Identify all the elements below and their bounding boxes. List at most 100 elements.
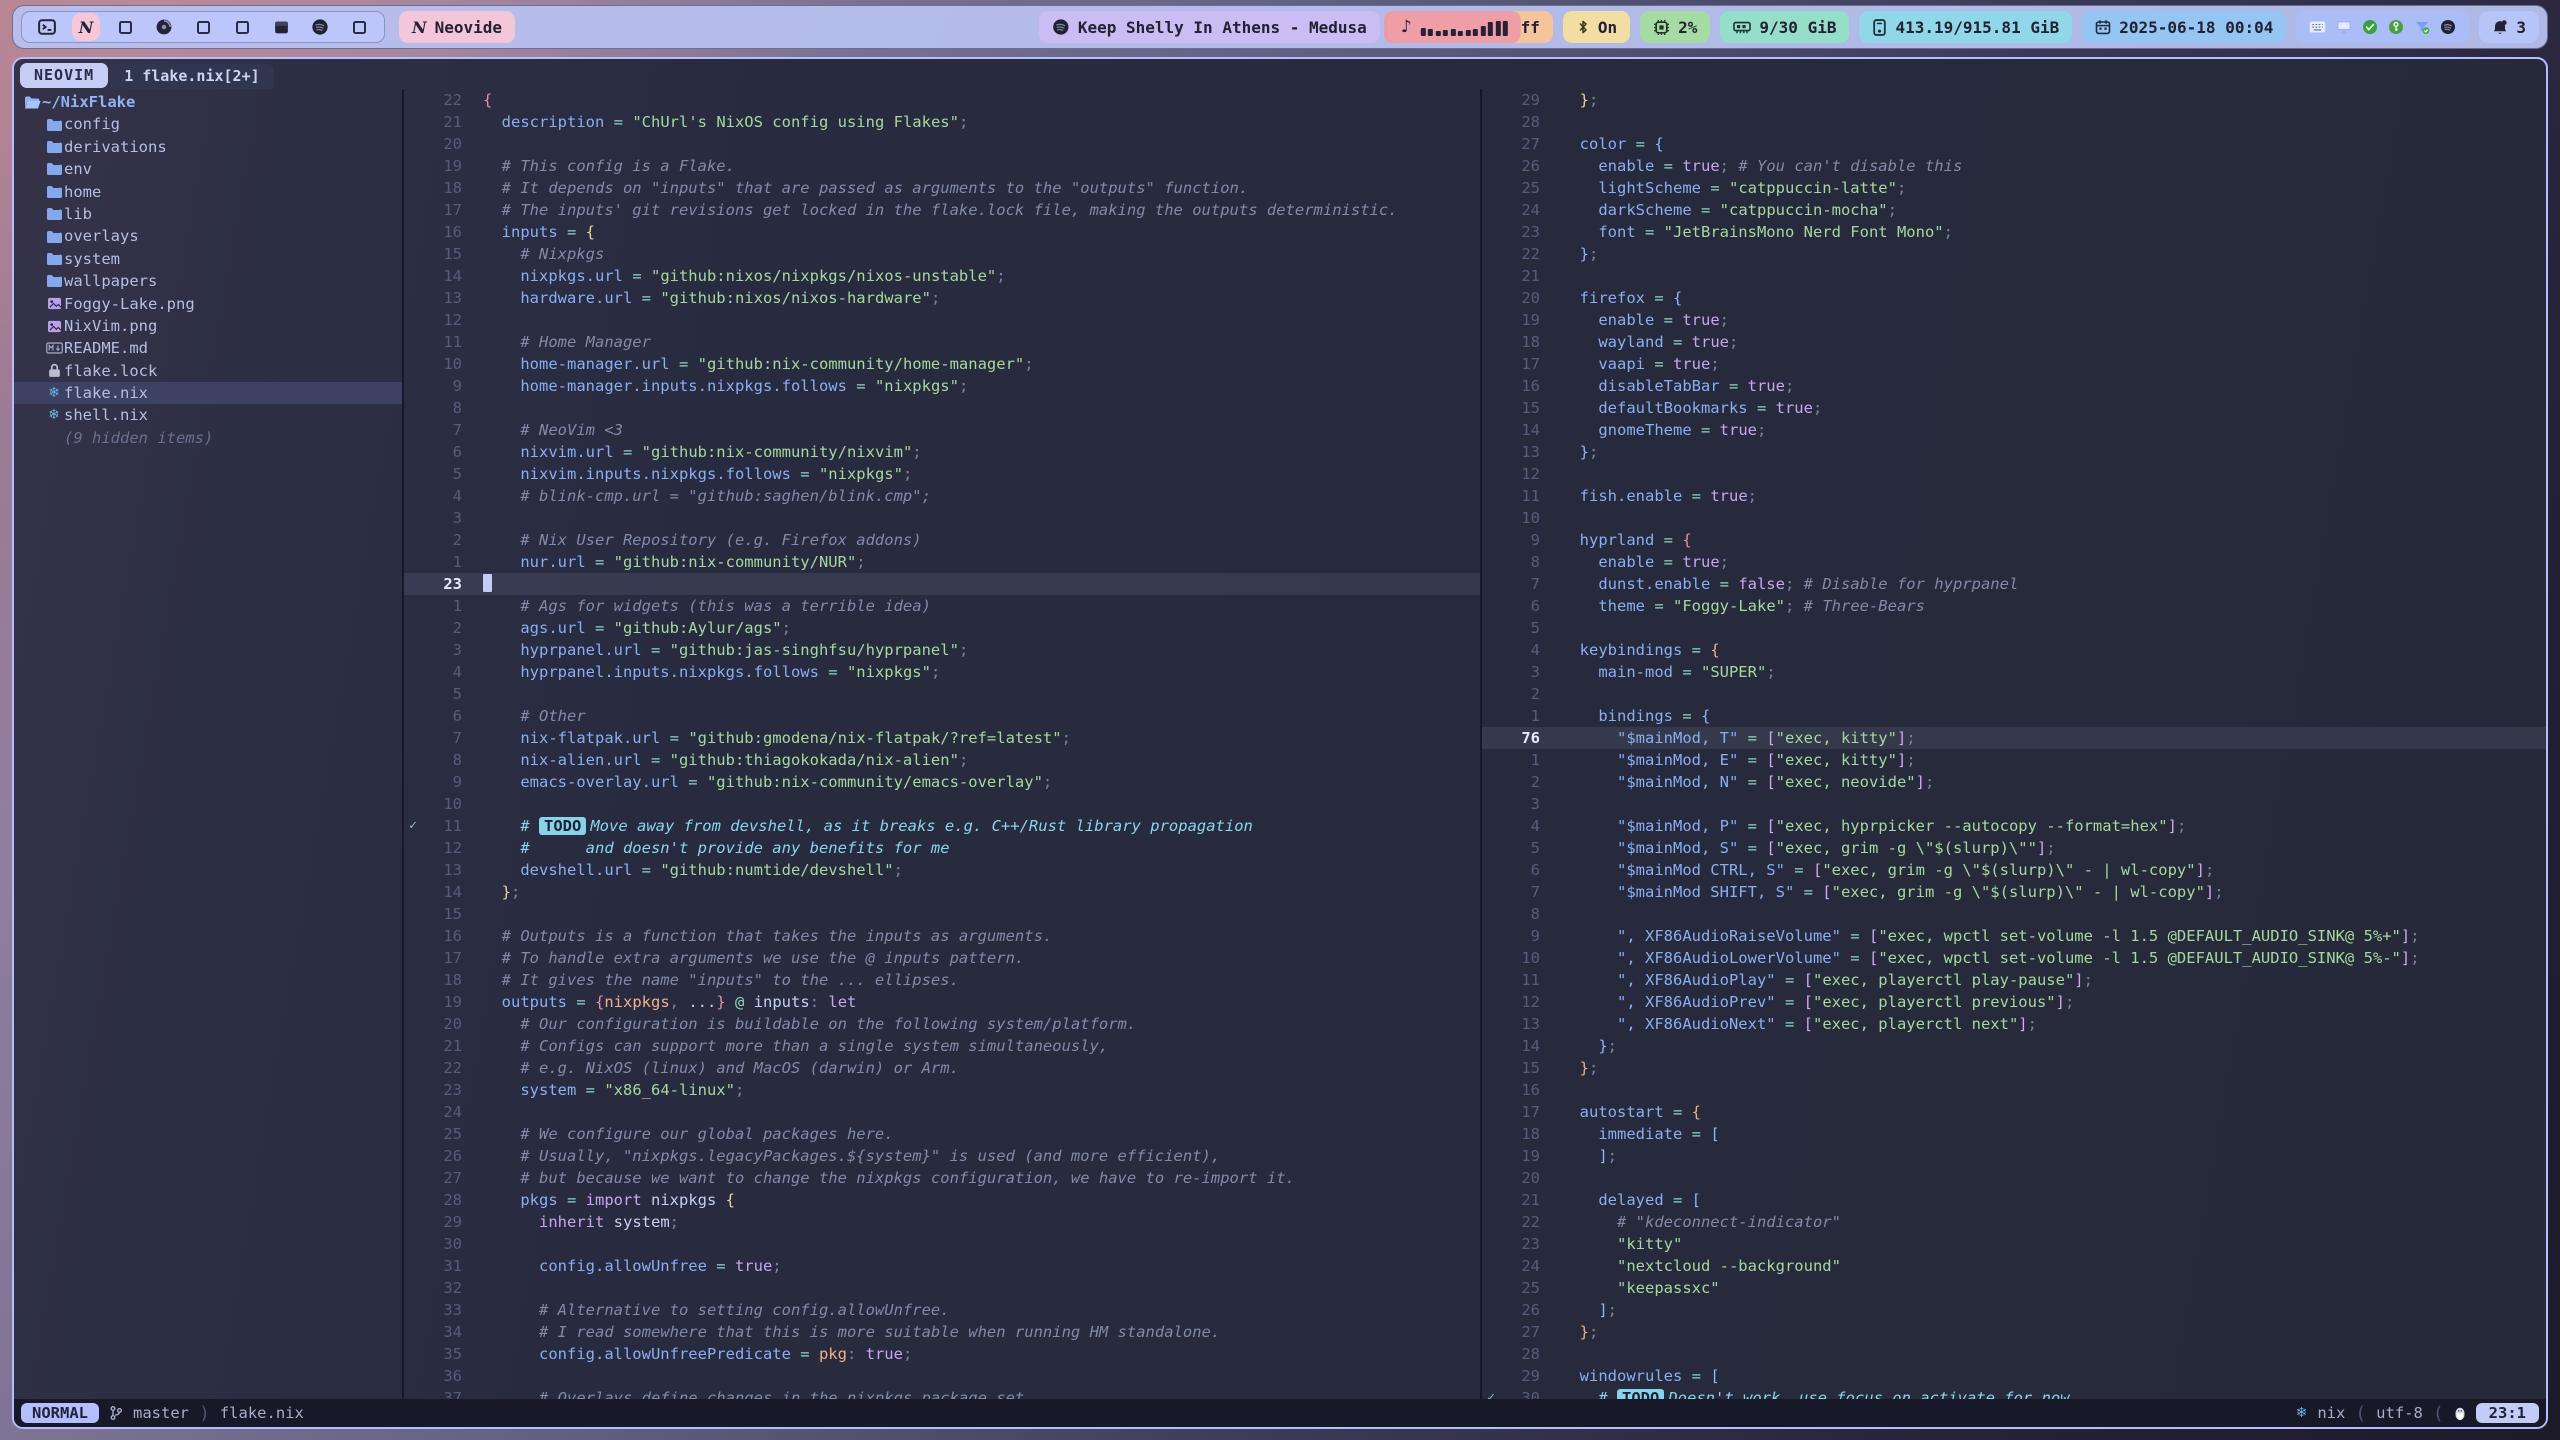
workspace-terminal-icon[interactable] (36, 16, 58, 38)
code-line[interactable]: 15 defaultBookmarks = true; (1482, 397, 2546, 419)
code-line[interactable]: 5 (404, 683, 1480, 705)
code-line[interactable]: 1 "$mainMod, E" = ["exec, kitty"]; (1482, 749, 2546, 771)
code-line[interactable]: 14 gnomeTheme = true; (1482, 419, 2546, 441)
status-pill-disk[interactable]: 413.19/915.81 GiB (1859, 11, 2072, 43)
check-icon[interactable] (2361, 19, 2378, 36)
tree-item-nixvim-png[interactable]: NixVim.png (14, 315, 402, 337)
code-line[interactable]: 7 # NeoVim <3 (404, 419, 1480, 441)
code-line[interactable]: 9 hyprland = { (1482, 529, 2546, 551)
code-line[interactable]: 11 fish.enable = true; (1482, 485, 2546, 507)
code-line[interactable]: 16 # Outputs is a function that takes th… (404, 925, 1480, 947)
editor-pane-left[interactable]: 22{21 description = "ChUrl's NixOS confi… (404, 89, 1480, 1399)
code-line[interactable]: 18 immediate = [ (1482, 1123, 2546, 1145)
code-line[interactable]: 16 inputs = { (404, 221, 1480, 243)
code-line[interactable]: 3 (404, 507, 1480, 529)
code-line[interactable]: 8 enable = true; (1482, 551, 2546, 573)
workspace-empty-workspace[interactable] (114, 16, 136, 38)
display-icon[interactable] (2335, 19, 2352, 36)
status-pill-clock[interactable]: 2025-06-18 00:04 (2082, 11, 2286, 43)
code-line[interactable]: 17 autostart = { (1482, 1101, 2546, 1123)
code-line[interactable]: 3 hyprpanel.url = "github:jas-singhfsu/h… (404, 639, 1480, 661)
tree-item-flake-lock[interactable]: flake.lock (14, 360, 402, 382)
code-line[interactable]: 10 (1482, 507, 2546, 529)
code-line[interactable]: 5 (1482, 617, 2546, 639)
tree-item-flake-nix[interactable]: ❄flake.nix (14, 382, 402, 404)
code-line[interactable]: 6 "$mainMod CTRL, S" = ["exec, grim -g \… (1482, 859, 2546, 881)
code-line[interactable]: 20 (404, 133, 1480, 155)
tree-item-wallpapers[interactable]: wallpapers (14, 270, 402, 292)
tree-item--9-hidden-items-[interactable]: (9 hidden items) (14, 427, 402, 449)
code-line[interactable]: 6 # Other (404, 705, 1480, 727)
code-line[interactable]: 23 font = "JetBrainsMono Nerd Font Mono"… (1482, 221, 2546, 243)
code-line[interactable]: 21 (1482, 265, 2546, 287)
code-line[interactable]: 18 # It gives the name "inputs" to the .… (404, 969, 1480, 991)
tab-buffer-flake-nix[interactable]: 1 flake.nix[2+] (110, 64, 273, 89)
code-line[interactable]: 22 # e.g. NixOS (linux) and MacOS (darwi… (404, 1057, 1480, 1079)
code-line[interactable]: 23 (404, 573, 1480, 595)
code-line[interactable]: 7 "$mainMod SHIFT, S" = ["exec, grim -g … (1482, 881, 2546, 903)
code-line[interactable]: 29 inherit system; (404, 1211, 1480, 1233)
tree-item-lib[interactable]: lib (14, 203, 402, 225)
code-line[interactable]: 7 nix-flatpak.url = "github:gmodena/nix-… (404, 727, 1480, 749)
code-line[interactable]: 27 # but because we want to change the n… (404, 1167, 1480, 1189)
code-line[interactable]: 26 enable = true; # You can't disable th… (1482, 155, 2546, 177)
code-line[interactable]: 28 pkgs = import nixpkgs { (404, 1189, 1480, 1211)
code-line[interactable]: 16 disableTabBar = true; (1482, 375, 2546, 397)
code-line[interactable]: 8 nix-alien.url = "github:thiagokokada/n… (404, 749, 1480, 771)
code-line[interactable]: 14 nixpkgs.url = "github:nixos/nixpkgs/n… (404, 265, 1480, 287)
code-line[interactable]: 24 darkScheme = "catppuccin-mocha"; (1482, 199, 2546, 221)
workspace-empty-workspace[interactable] (348, 16, 370, 38)
keepassxc-icon[interactable] (2387, 19, 2404, 36)
status-pill-cpu[interactable]: 2% (1640, 11, 1710, 43)
tree-item-env[interactable]: env (14, 158, 402, 180)
code-line[interactable]: 6 nixvim.url = "github:nix-community/nix… (404, 441, 1480, 463)
code-line[interactable]: 12 (404, 309, 1480, 331)
code-line[interactable]: 3 main-mod = "SUPER"; (1482, 661, 2546, 683)
code-line[interactable]: ✓30 # TODODoesn't work, use focus_on_act… (1482, 1387, 2546, 1399)
code-line[interactable]: 19 enable = true; (1482, 309, 2546, 331)
status-pill-bluetooth[interactable]: On (1563, 11, 1630, 43)
code-line[interactable]: 5 nixvim.inputs.nixpkgs.follows = "nixpk… (404, 463, 1480, 485)
code-line[interactable]: 9 ", XF86AudioRaiseVolume" = ["exec, wpc… (1482, 925, 2546, 947)
spotify-tray-icon[interactable] (2439, 19, 2456, 36)
code-line[interactable]: 10 (404, 793, 1480, 815)
tree-item-foggy-lake-png[interactable]: Foggy-Lake.png (14, 293, 402, 315)
code-line[interactable]: 3 (1482, 793, 2546, 815)
workspace-empty-workspace[interactable] (231, 16, 253, 38)
code-line[interactable]: 4 # blink-cmp.url = "github:saghen/blink… (404, 485, 1480, 507)
code-line[interactable]: 32 (404, 1277, 1480, 1299)
code-line[interactable]: 24 (404, 1101, 1480, 1123)
workspace-files-icon[interactable] (270, 16, 292, 38)
media-player-pill[interactable]: Keep Shelly In Athens - Medusa (1039, 11, 1380, 43)
code-line[interactable]: 16 (1482, 1079, 2546, 1101)
code-line[interactable]: 2 ags.url = "github:Aylur/ags"; (404, 617, 1480, 639)
code-line[interactable]: 22 # "kdeconnect-indicator" (1482, 1211, 2546, 1233)
workspace-neovide-icon[interactable]: N (75, 16, 97, 38)
tree-item-overlays[interactable]: overlays (14, 225, 402, 247)
code-line[interactable]: 14 }; (404, 881, 1480, 903)
code-line[interactable]: 26 ]; (1482, 1299, 2546, 1321)
code-line[interactable]: 27 color = { (1482, 133, 2546, 155)
code-line[interactable]: 29 windowrules = [ (1482, 1365, 2546, 1387)
code-line[interactable]: 12 ", XF86AudioPrev" = ["exec, playerctl… (1482, 991, 2546, 1013)
code-line[interactable]: 31 config.allowUnfree = true; (404, 1255, 1480, 1277)
code-line[interactable]: 15 # Nixpkgs (404, 243, 1480, 265)
code-line[interactable]: 26 # Usually, "nixpkgs.legacyPackages.${… (404, 1145, 1480, 1167)
code-line[interactable]: 27 }; (1482, 1321, 2546, 1343)
code-line[interactable]: 21 description = "ChUrl's NixOS config u… (404, 111, 1480, 133)
active-window-pill[interactable]: N Neovide (399, 11, 515, 43)
code-line[interactable]: 22{ (404, 89, 1480, 111)
code-line[interactable]: 13 hardware.url = "github:nixos/nixos-ha… (404, 287, 1480, 309)
code-line[interactable]: 23 system = "x86_64-linux"; (404, 1079, 1480, 1101)
tree-item-system[interactable]: system (14, 248, 402, 270)
code-line[interactable]: 13 }; (1482, 441, 2546, 463)
code-line[interactable]: 17 # The inputs' git revisions get locke… (404, 199, 1480, 221)
code-line[interactable]: 76 "$mainMod, T" = ["exec, kitty"]; (1482, 727, 2546, 749)
code-line[interactable]: 4 keybindings = { (1482, 639, 2546, 661)
tree-item--nixflake[interactable]: ~/NixFlake (14, 91, 402, 113)
code-line[interactable]: 8 (1482, 903, 2546, 925)
workspace-empty-workspace[interactable] (192, 16, 214, 38)
code-line[interactable]: 2 (1482, 683, 2546, 705)
status-pill-memory[interactable]: 9/30 GiB (1720, 11, 1849, 43)
code-line[interactable]: 2 "$mainMod, N" = ["exec, neovide"]; (1482, 771, 2546, 793)
